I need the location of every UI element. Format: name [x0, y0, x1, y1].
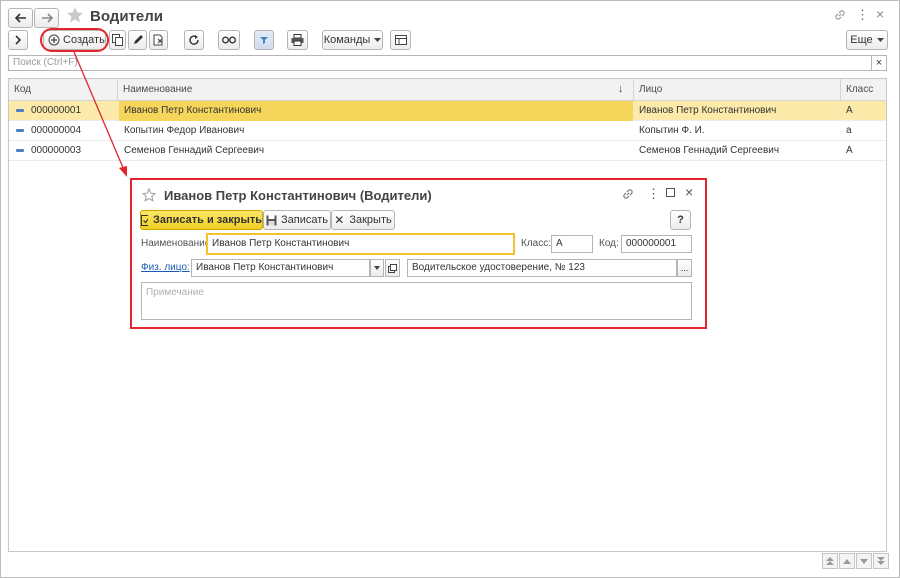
link-icon[interactable] — [622, 188, 634, 203]
clipboard-check-icon — [141, 215, 148, 226]
license-field[interactable]: Водительское удостоверение, № 123 — [407, 259, 677, 277]
class-label: Класс: — [521, 238, 551, 249]
close-button[interactable]: ✕ Закрыть — [331, 210, 395, 230]
more-actions-icon[interactable]: ⋮ — [647, 186, 660, 202]
maximize-icon[interactable] — [666, 188, 675, 197]
floppy-disk-icon — [266, 215, 277, 225]
person-open-button[interactable] — [385, 259, 400, 277]
open-form-icon — [388, 263, 397, 273]
save-button[interactable]: Записать — [263, 210, 331, 230]
name-field[interactable]: Иванов Петр Константинович — [206, 233, 515, 255]
caret-down-icon — [374, 266, 380, 270]
save-label: Записать — [280, 214, 328, 226]
help-button[interactable]: ? — [670, 210, 691, 230]
close-label: Закрыть — [349, 214, 392, 226]
code-field[interactable]: 000000001 — [621, 235, 692, 253]
save-and-close-label: Записать и закрыть — [152, 214, 262, 226]
person-link[interactable]: Физ. лицо: — [141, 259, 190, 277]
save-and-close-button[interactable]: Записать и закрыть — [140, 210, 263, 230]
element-dialog: Иванов Петр Константинович (Водители) ⋮ … — [130, 178, 707, 329]
favorite-star-icon[interactable] — [141, 187, 157, 205]
close-icon[interactable]: × — [685, 184, 693, 200]
license-select-button[interactable]: ... — [677, 259, 692, 277]
note-field[interactable]: Примечание — [141, 282, 692, 320]
code-label: Код: — [599, 238, 619, 249]
class-field[interactable]: А — [551, 235, 593, 253]
person-field[interactable]: Иванов Петр Константинович — [191, 259, 370, 277]
dialog-title: Иванов Петр Константинович (Водители) — [164, 188, 432, 203]
name-label: Наименование: — [141, 238, 214, 249]
x-icon: ✕ — [334, 213, 345, 227]
person-dropdown-button[interactable] — [370, 259, 384, 277]
